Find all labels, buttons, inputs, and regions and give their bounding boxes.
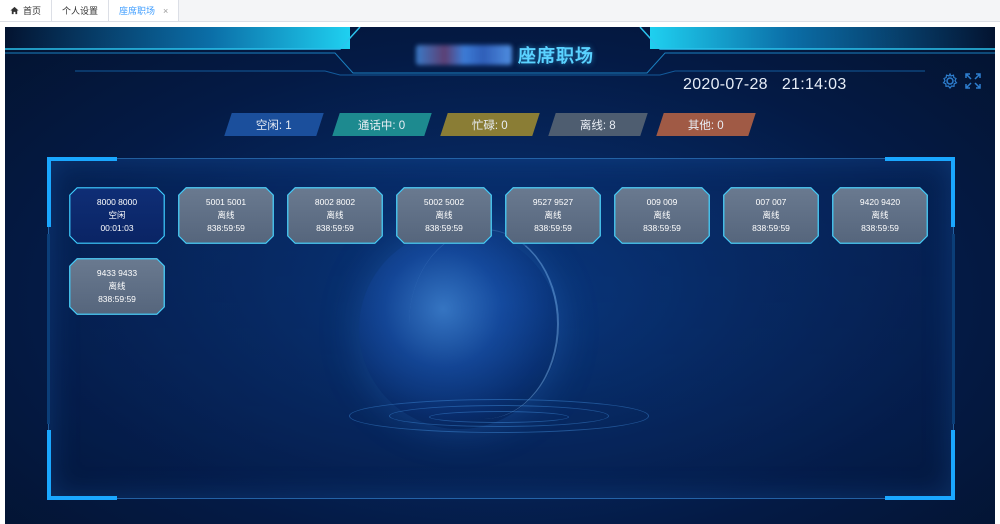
tab-seat-workplace-label: 座席职场	[119, 6, 156, 16]
seat-state: 离线	[653, 210, 671, 220]
blurred-logo	[416, 45, 512, 65]
seat-grid: 8000 8000 空闲 00:01:03 5001 5001 离线 838:5…	[69, 187, 929, 315]
seat-card[interactable]: 009 009 离线 838:59:59	[614, 187, 710, 244]
clock: 2020-07-28 21:14:03	[683, 76, 847, 94]
seat-duration: 838:59:59	[425, 223, 463, 233]
seat-state: 空闲	[108, 210, 126, 220]
status-offline-label: 离线: 8	[580, 119, 616, 132]
seat-name: 009 009	[646, 197, 678, 207]
seat-state: 离线	[435, 210, 453, 220]
settings-icon[interactable]	[942, 73, 958, 89]
seat-name: 9527 9527	[532, 197, 574, 207]
seat-duration: 00:01:03	[100, 223, 134, 233]
seat-name: 8000 8000	[96, 197, 138, 207]
seat-card[interactable]: 8000 8000 空闲 00:01:03	[69, 187, 165, 244]
header-glow-right	[650, 27, 995, 49]
status-busy-label: 忙碌: 0	[472, 119, 508, 132]
fullscreen-icon[interactable]	[965, 73, 981, 89]
status-offline: 离线: 8	[548, 113, 648, 136]
seat-duration: 838:59:59	[207, 223, 245, 233]
seat-state: 离线	[544, 210, 562, 220]
status-other-label: 其他: 0	[688, 119, 724, 132]
seat-state: 离线	[871, 210, 889, 220]
seat-card[interactable]: 9420 9420 离线 838:59:59	[832, 187, 928, 244]
tab-seat-workplace[interactable]: 座席职场 ×	[109, 0, 180, 21]
seat-duration: 838:59:59	[752, 223, 790, 233]
status-idle: 空闲: 1	[224, 113, 324, 136]
seat-card[interactable]: 9527 9527 离线 838:59:59	[505, 187, 601, 244]
tab-home[interactable]: 首页	[0, 0, 53, 21]
panel-corner	[885, 430, 955, 500]
clock-date: 2020-07-28	[683, 76, 768, 93]
seat-state: 离线	[326, 210, 344, 220]
seat-name: 8002 8002	[314, 197, 356, 207]
panel-edge	[47, 234, 50, 424]
seat-duration: 838:59:59	[643, 223, 681, 233]
seat-name: 9420 9420	[859, 197, 901, 207]
globe-ring	[429, 411, 569, 423]
seat-name: 5002 5002	[423, 197, 465, 207]
seat-card[interactable]: 5002 5002 离线 838:59:59	[396, 187, 492, 244]
seat-state: 离线	[217, 210, 235, 220]
dashboard: 座席职场 2020-07-28 21:14:03 空闲: 1 通话中: 0 忙碌:…	[5, 27, 995, 524]
status-busy: 忙碌: 0	[440, 113, 540, 136]
status-idle-label: 空闲: 1	[256, 119, 292, 132]
tab-close-icon[interactable]: ×	[163, 6, 168, 16]
seat-duration: 838:59:59	[98, 294, 136, 304]
clock-time: 21:14:03	[781, 76, 847, 93]
page-title: 座席职场	[400, 41, 610, 69]
seat-card[interactable]: 5001 5001 离线 838:59:59	[178, 187, 274, 244]
tab-bar: 首页 个人设置 座席职场 ×	[0, 0, 1000, 22]
seat-card[interactable]: 9433 9433 离线 838:59:59	[69, 258, 165, 315]
seat-name: 9433 9433	[96, 268, 138, 278]
seat-duration: 838:59:59	[861, 223, 899, 233]
seat-name: 5001 5001	[205, 197, 247, 207]
header-glow-left	[5, 27, 350, 49]
seat-panel: 8000 8000 空闲 00:01:03 5001 5001 离线 838:5…	[47, 157, 955, 500]
tab-personal-settings-label: 个人设置	[62, 6, 99, 16]
seat-name: 007 007	[755, 197, 787, 207]
tab-home-label: 首页	[23, 6, 42, 16]
panel-corner	[47, 430, 117, 500]
seat-duration: 838:59:59	[316, 223, 354, 233]
status-in-call: 通话中: 0	[332, 113, 432, 136]
seat-duration: 838:59:59	[534, 223, 572, 233]
seat-state: 离线	[762, 210, 780, 220]
page-title-text: 座席职场	[518, 46, 594, 66]
status-other: 其他: 0	[656, 113, 756, 136]
tab-personal-settings[interactable]: 个人设置	[52, 0, 110, 21]
panel-edge	[952, 234, 955, 424]
seat-card[interactable]: 8002 8002 离线 838:59:59	[287, 187, 383, 244]
seat-state: 离线	[108, 281, 126, 291]
home-icon	[10, 6, 19, 15]
status-summary: 空闲: 1 通话中: 0 忙碌: 0 离线: 8 其他: 0	[224, 113, 756, 137]
seat-card[interactable]: 007 007 离线 838:59:59	[723, 187, 819, 244]
status-in-call-label: 通话中: 0	[358, 119, 406, 132]
